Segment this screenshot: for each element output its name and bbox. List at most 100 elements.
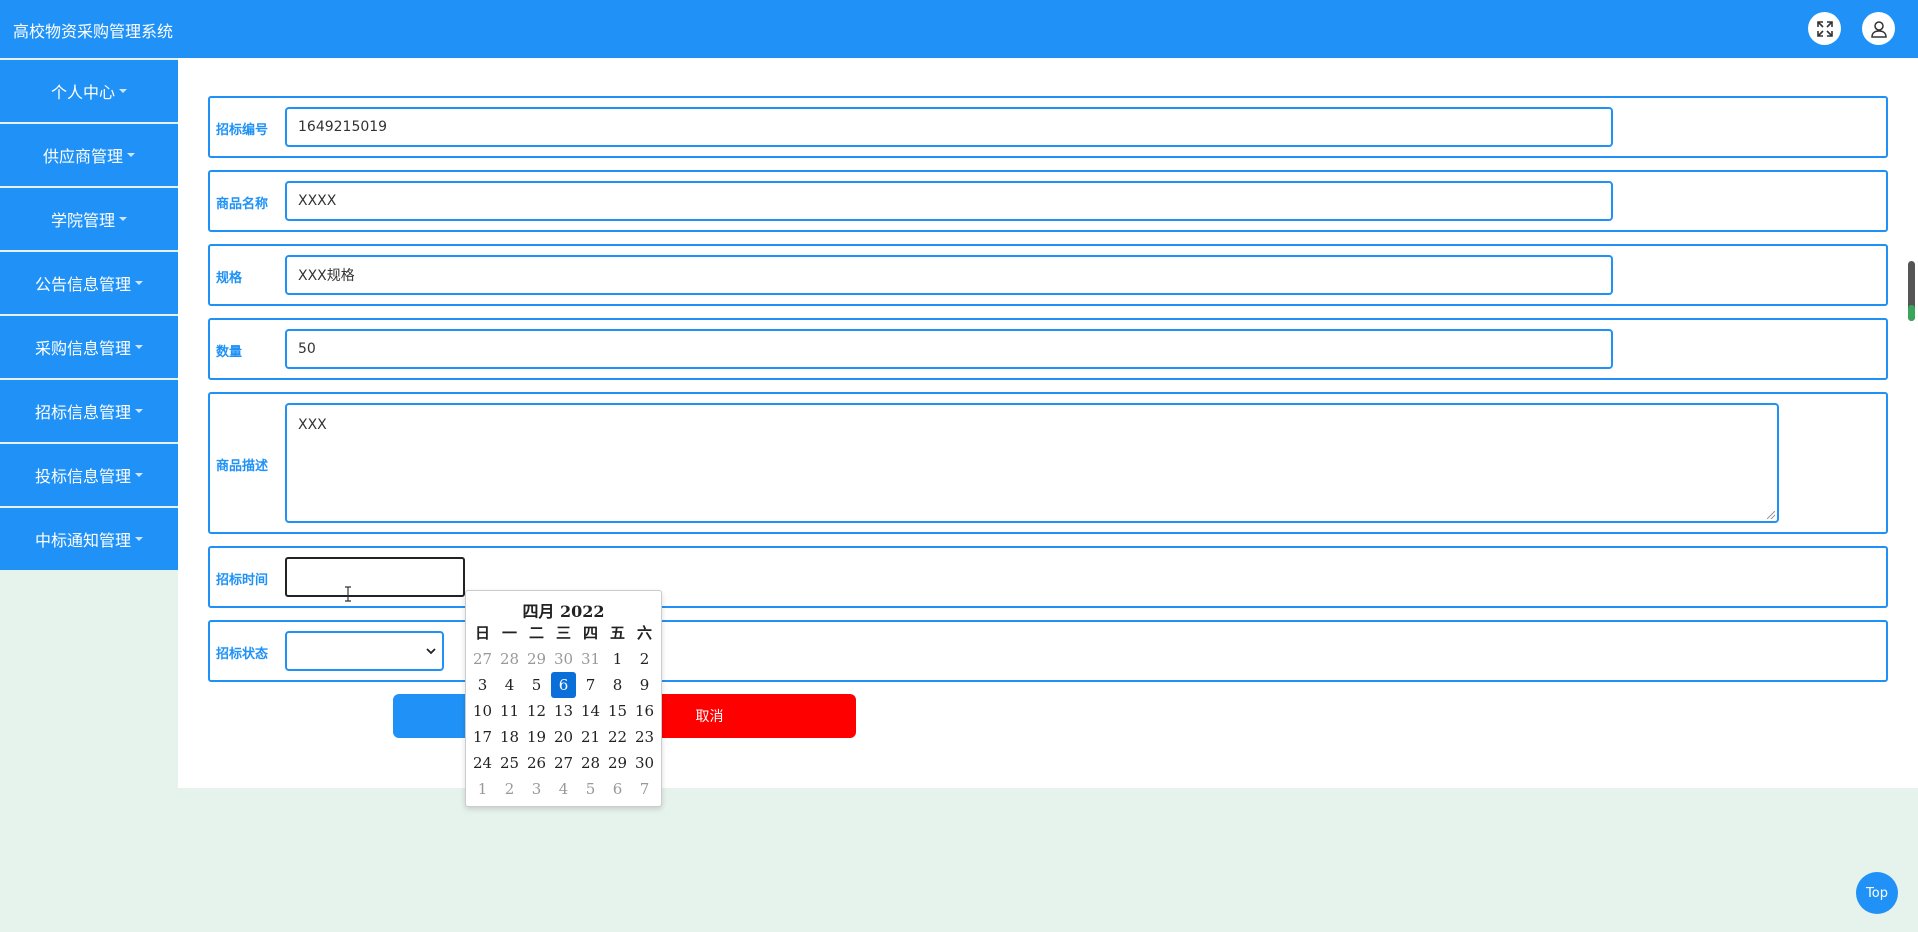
datepicker-day[interactable]: 27 — [550, 750, 577, 776]
description-textarea[interactable]: XXX — [285, 403, 1779, 523]
bid-time-label: 招标时间 — [216, 573, 269, 588]
datepicker-day[interactable]: 6 — [551, 672, 576, 698]
datepicker-day[interactable]: 3 — [469, 672, 496, 698]
datepicker-day[interactable]: 1 — [604, 646, 631, 672]
sidebar-item-college-management[interactable]: 学院管理 — [0, 188, 178, 250]
bid-number-input[interactable]: 1649215019 — [285, 107, 1613, 147]
main-content: 招标编号 1649215019 商品名称 XXXX 规格 XXX规格 数量 50… — [178, 58, 1918, 788]
datepicker-day[interactable]: 30 — [631, 750, 658, 776]
datepicker-day[interactable]: 21 — [577, 724, 604, 750]
sidebar-item-tender-management[interactable]: 招标信息管理 — [0, 380, 178, 442]
datepicker-day[interactable]: 16 — [631, 698, 658, 724]
fullscreen-icon[interactable] — [1808, 12, 1841, 45]
form-row-quantity: 数量 50 — [208, 318, 1888, 380]
sidebar-item-purchase-management[interactable]: 采购信息管理 — [0, 316, 178, 378]
datepicker-day[interactable]: 28 — [496, 646, 523, 672]
datepicker-month-label[interactable]: 四月 2022 — [466, 598, 661, 621]
datepicker-day[interactable]: 31 — [577, 646, 604, 672]
form-row-product-name: 商品名称 XXXX — [208, 170, 1888, 232]
quantity-label: 数量 — [216, 345, 243, 360]
datepicker-day[interactable]: 5 — [577, 776, 604, 802]
bid-number-label: 招标编号 — [216, 123, 269, 138]
datepicker-day[interactable]: 26 — [523, 750, 550, 776]
sidebar-item-label: 供应商管理 — [42, 147, 123, 166]
datepicker-day[interactable]: 14 — [577, 698, 604, 724]
product-name-label: 商品名称 — [216, 197, 269, 212]
datepicker-day[interactable]: 4 — [550, 776, 577, 802]
cancel-button[interactable]: 取消 — [633, 694, 856, 738]
datepicker-day[interactable]: 24 — [469, 750, 496, 776]
datepicker-day[interactable]: 22 — [604, 724, 631, 750]
sidebar-item-bid-management[interactable]: 投标信息管理 — [0, 444, 178, 506]
product-name-input[interactable]: XXXX — [285, 181, 1613, 221]
datepicker-day[interactable]: 6 — [604, 776, 631, 802]
sidebar-item-supplier-management[interactable]: 供应商管理 — [0, 124, 178, 186]
datepicker-day[interactable]: 7 — [631, 776, 658, 802]
back-to-top-button[interactable]: Top — [1856, 872, 1898, 914]
form-row-description: 商品描述 XXX — [208, 392, 1888, 534]
datepicker-day[interactable]: 3 — [523, 776, 550, 802]
datepicker-day[interactable]: 29 — [604, 750, 631, 776]
description-text: XXX — [298, 417, 327, 433]
datepicker-day[interactable]: 1 — [469, 776, 496, 802]
datepicker-day[interactable]: 11 — [496, 698, 523, 724]
datepicker-day[interactable]: 8 — [604, 672, 631, 698]
description-label: 商品描述 — [216, 459, 269, 474]
datepicker-day[interactable]: 23 — [631, 724, 658, 750]
sidebar-item-label: 公告信息管理 — [34, 275, 131, 294]
sidebar-item-personal-center[interactable]: 个人中心 — [0, 60, 178, 122]
spec-label: 规格 — [216, 271, 243, 286]
sidebar-item-label: 招标信息管理 — [34, 403, 131, 422]
datepicker-day[interactable]: 18 — [496, 724, 523, 750]
datepicker-day[interactable]: 15 — [604, 698, 631, 724]
datepicker-weekday: 二 — [528, 624, 544, 642]
form-row-spec: 规格 XXX规格 — [208, 244, 1888, 306]
datepicker-day[interactable]: 9 — [631, 672, 658, 698]
bid-time-input[interactable] — [285, 557, 465, 597]
datepicker-day[interactable]: 13 — [550, 698, 577, 724]
caret-down-icon — [119, 89, 127, 93]
datepicker-grid: 日一二三四五六 27 28 29 30 31 1 2 3 4 5 6 7 8 9 10 11 12 13 14 15 16… — [469, 620, 661, 802]
text-cursor-icon — [345, 586, 351, 602]
datepicker-weekday: 五 — [609, 624, 625, 642]
datepicker-popup: 四月 2022 日一二三四五六 27 28 29 30 31 1 2 3 4 5 6 7 8 9 10 11 12… — [465, 590, 662, 807]
caret-down-icon — [135, 473, 143, 477]
quantity-input[interactable]: 50 — [285, 329, 1613, 369]
top-bar: 高校物资采购管理系统 — [0, 0, 1918, 58]
bid-status-select[interactable] — [285, 631, 444, 671]
datepicker-day[interactable]: 2 — [631, 646, 658, 672]
sidebar-item-label: 采购信息管理 — [34, 339, 131, 358]
datepicker-day[interactable]: 25 — [496, 750, 523, 776]
user-icon[interactable] — [1862, 12, 1895, 45]
datepicker-day[interactable]: 29 — [523, 646, 550, 672]
datepicker-day[interactable]: 27 — [469, 646, 496, 672]
sidebar-item-announcement-management[interactable]: 公告信息管理 — [0, 252, 178, 314]
scrollbar-indicator — [1908, 305, 1915, 321]
datepicker-day[interactable]: 10 — [469, 698, 496, 724]
resize-grip-icon[interactable] — [1767, 511, 1775, 519]
datepicker-day[interactable]: 28 — [577, 750, 604, 776]
caret-down-icon — [119, 217, 127, 221]
cancel-button-label: 取消 — [695, 709, 724, 725]
caret-down-icon — [127, 153, 135, 157]
caret-down-icon — [135, 345, 143, 349]
form-row-bid-status: 招标状态 — [208, 620, 1888, 682]
sidebar-item-label: 中标通知管理 — [34, 531, 131, 550]
sidebar-item-award-notice-management[interactable]: 中标通知管理 — [0, 508, 178, 570]
spec-input[interactable]: XXX规格 — [285, 255, 1613, 295]
datepicker-day[interactable]: 5 — [523, 672, 550, 698]
datepicker-day[interactable]: 30 — [550, 646, 577, 672]
datepicker-day[interactable]: 19 — [523, 724, 550, 750]
sidebar-item-label: 投标信息管理 — [34, 467, 131, 486]
datepicker-day[interactable]: 2 — [496, 776, 523, 802]
form-row-bid-number: 招标编号 1649215019 — [208, 96, 1888, 158]
caret-down-icon — [135, 409, 143, 413]
datepicker-day[interactable]: 20 — [550, 724, 577, 750]
datepicker-day[interactable]: 12 — [523, 698, 550, 724]
datepicker-day[interactable]: 7 — [577, 672, 604, 698]
datepicker-weekday: 三 — [555, 624, 571, 642]
sidebar-item-label: 个人中心 — [50, 83, 115, 102]
datepicker-day[interactable]: 4 — [496, 672, 523, 698]
caret-down-icon — [135, 281, 143, 285]
datepicker-day[interactable]: 17 — [469, 724, 496, 750]
